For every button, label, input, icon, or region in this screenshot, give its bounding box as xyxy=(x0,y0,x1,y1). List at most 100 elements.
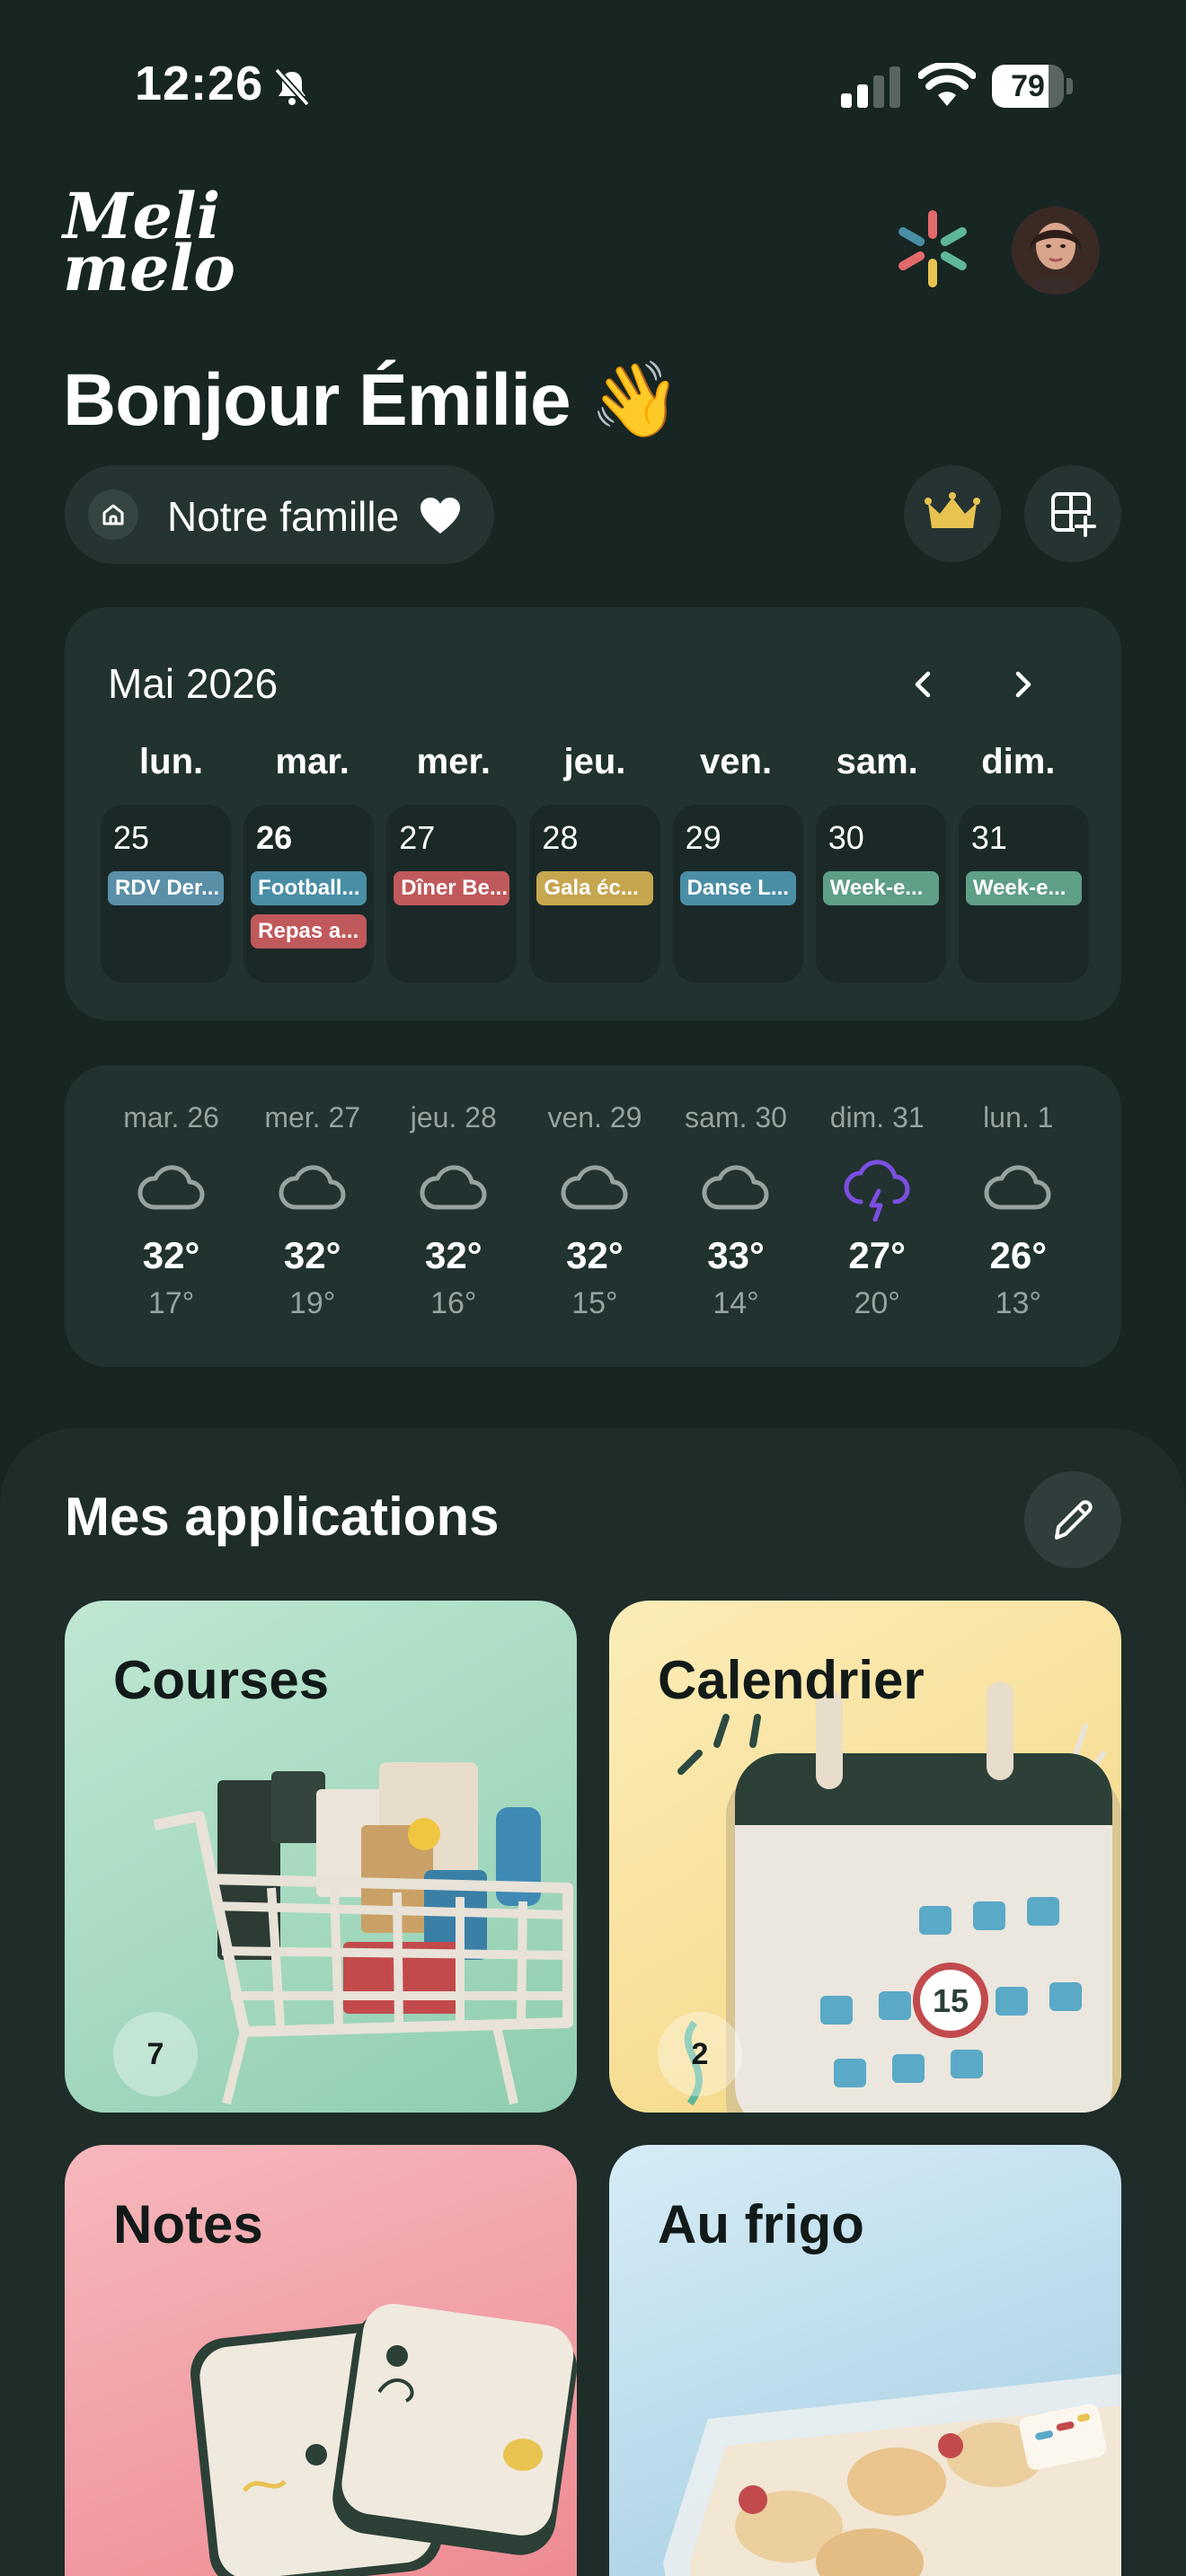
weekday-label: sam. xyxy=(836,742,918,781)
calendar-month-title: Mai 2026 xyxy=(108,660,279,707)
calendar-day-number: 31 xyxy=(970,819,1007,856)
app-tile-title: Courses xyxy=(113,1650,330,1710)
weather-high-temp: 26° xyxy=(989,1234,1048,1276)
battery-level: 79 xyxy=(1011,69,1045,103)
calendar-event[interactable]: Week-e... xyxy=(822,871,939,905)
weather-day-label: mar. 26 xyxy=(123,1101,219,1134)
chevron-right-icon[interactable] xyxy=(1005,666,1040,702)
weather-day: sam. 30 33° 14° xyxy=(666,1101,807,1321)
calendar-day-number: 29 xyxy=(685,819,721,856)
app-tile-title: Notes xyxy=(113,2194,263,2254)
weather-day-label: ven. 29 xyxy=(547,1101,642,1134)
app-tile-notes[interactable]: Notes xyxy=(65,2145,577,2576)
weather-day: mar. 26 32° 17° xyxy=(101,1101,242,1321)
weekday-label: jeu. xyxy=(563,742,626,781)
weather-high-temp: 27° xyxy=(848,1234,906,1276)
weather-high-temp: 32° xyxy=(142,1234,200,1276)
weather-day: ven. 29 32° 15° xyxy=(524,1101,665,1321)
weather-low-temp: 14° xyxy=(712,1286,759,1320)
weather-day: jeu. 28 32° 16° xyxy=(383,1101,524,1321)
battery-indicator: 79 xyxy=(992,65,1073,108)
weather-low-temp: 13° xyxy=(995,1286,1042,1320)
calendar-day[interactable]: 27 Dîner Be... xyxy=(386,805,518,983)
app-tile-title: Au frigo xyxy=(658,2194,864,2254)
edit-apps-button[interactable] xyxy=(1024,1471,1121,1568)
apps-title: Mes applications xyxy=(65,1486,500,1547)
calendar-day-number: 26 xyxy=(256,819,293,856)
weather-day-label: mer. 27 xyxy=(264,1101,361,1134)
signal-icon xyxy=(841,66,900,108)
cloud-icon xyxy=(420,1165,487,1210)
calendar-day-number: 30 xyxy=(828,819,864,856)
weather-low-temp: 15° xyxy=(571,1286,618,1320)
cloud-icon xyxy=(137,1165,204,1210)
heart-icon xyxy=(420,498,460,534)
weather-forecast: mar. 26 32° 17° mer. 27 32° 19° jeu. 28 32° 16° v… xyxy=(101,1101,1089,1321)
weather-low-temp: 20° xyxy=(854,1286,900,1320)
calendar-event[interactable]: Danse L... xyxy=(679,871,796,905)
avatar[interactable] xyxy=(1012,207,1100,295)
weather-low-temp: 16° xyxy=(430,1286,477,1320)
status-time: 12:26 xyxy=(135,57,264,110)
bell-muted-icon xyxy=(274,67,310,107)
chevron-left-icon[interactable] xyxy=(906,666,942,702)
weather-high-temp: 32° xyxy=(566,1234,624,1276)
weekday-label: dim. xyxy=(981,742,1056,781)
cloud-icon xyxy=(279,1165,346,1210)
premium-button[interactable] xyxy=(904,465,1001,562)
family-label: Notre famille xyxy=(167,493,400,540)
calendar-day[interactable]: 29 Danse L... xyxy=(672,805,803,983)
app-logo: Meli melo xyxy=(63,179,235,305)
add-widget-button[interactable] xyxy=(1024,465,1121,562)
family-selector[interactable]: Notre famille xyxy=(65,465,494,564)
wifi-icon xyxy=(918,63,976,106)
weather-day-label: jeu. 28 xyxy=(410,1101,497,1134)
calendar-event[interactable]: RDV Der... xyxy=(108,871,225,905)
weekday-label: mer. xyxy=(416,742,491,781)
weekday-label: ven. xyxy=(700,742,773,781)
calendar-day-number: 27 xyxy=(399,819,436,856)
home-icon xyxy=(88,490,138,540)
app-tile-title: Calendrier xyxy=(658,1650,925,1710)
weather-day: dim. 31 27° 20° xyxy=(807,1101,948,1321)
cloud-icon xyxy=(702,1165,769,1210)
svg-text:15: 15 xyxy=(933,1982,969,2019)
sparkle-icon[interactable] xyxy=(895,208,970,289)
calendar-day-number: 25 xyxy=(113,819,150,856)
weather-high-temp: 32° xyxy=(425,1234,482,1276)
calendar-event[interactable]: Gala éc... xyxy=(536,871,653,905)
app-tile-calendrier[interactable]: 15 Calendrier 2 xyxy=(609,1601,1121,2113)
weekday-label: mar. xyxy=(275,742,350,781)
cloud-icon xyxy=(984,1165,1051,1210)
weather-widget[interactable]: mar. 26 32° 17° mer. 27 32° 19° jeu. 28 32° 16° v… xyxy=(65,1065,1121,1367)
calendar-day[interactable]: 25 RDV Der... xyxy=(101,805,232,983)
weekday-label: lun. xyxy=(139,742,204,781)
weather-day: lun. 1 26° 13° xyxy=(948,1101,1089,1321)
weather-day: mer. 27 32° 19° xyxy=(242,1101,383,1321)
calendar-day[interactable]: 28 Gala éc... xyxy=(529,805,660,983)
calendar-widget[interactable]: Mai 2026 lun. mar. mer. jeu. ven. sam. d… xyxy=(65,607,1121,1020)
calendar-event[interactable]: Football... xyxy=(251,871,367,905)
app-tile-courses[interactable]: Courses 7 xyxy=(65,1601,577,2113)
calendar-event[interactable]: Week-e... xyxy=(965,871,1082,905)
calendar-day[interactable]: 30 Week-e... xyxy=(815,805,946,983)
calendar-day[interactable]: 26 Football... Repas a... xyxy=(243,805,375,983)
calendar-event[interactable]: Dîner Be... xyxy=(394,871,510,905)
pencil-icon xyxy=(1055,1500,1093,1539)
calendar-days: 25 RDV Der... 26 Football... Repas a... 27 Dîn… xyxy=(101,805,1089,983)
calendar-day[interactable]: 31 Week-e... xyxy=(958,805,1089,983)
calendar-event[interactable]: Repas a... xyxy=(251,914,367,948)
weekday-header: lun. mar. mer. jeu. ven. sam. dim. xyxy=(101,742,1089,787)
storm-icon xyxy=(844,1160,910,1222)
weather-day-label: lun. 1 xyxy=(983,1101,1054,1134)
add-widget-icon xyxy=(1051,492,1096,537)
app-tile-badge: 2 xyxy=(658,2012,742,2096)
cloud-icon xyxy=(561,1165,628,1210)
weather-high-temp: 32° xyxy=(283,1234,341,1276)
app-tile-frigo[interactable]: Au frigo xyxy=(609,2145,1121,2576)
greeting: Bonjour Émilie 👋 xyxy=(63,359,681,441)
crown-icon xyxy=(925,492,980,528)
calendar-day-number: 28 xyxy=(542,819,579,856)
app-tile-badge: 7 xyxy=(113,2012,198,2096)
weather-day-label: dim. 31 xyxy=(829,1101,925,1134)
